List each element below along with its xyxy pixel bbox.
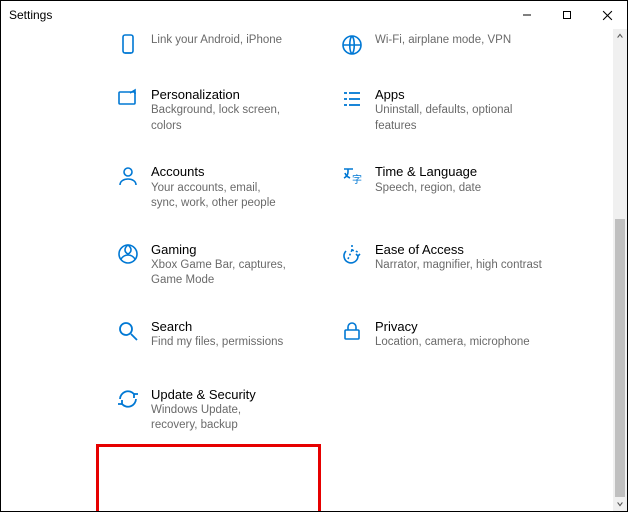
tile-accounts[interactable]: Accounts Your accounts, email, sync, wor…	[101, 160, 297, 215]
personalization-icon	[111, 87, 145, 111]
tile-network[interactable]: Wi-Fi, airplane mode, VPN	[325, 29, 583, 61]
scroll-down-arrow[interactable]	[613, 497, 627, 511]
tile-gaming[interactable]: Gaming Xbox Game Bar, captures, Game Mod…	[101, 238, 297, 293]
title-bar: Settings	[1, 1, 627, 29]
tile-sub: Windows Update, recovery, backup	[151, 403, 289, 434]
tile-title: Time & Language	[375, 164, 481, 180]
tile-sub: Your accounts, email, sync, work, other …	[151, 181, 289, 212]
tile-update-security[interactable]: Update & Security Windows Update, recove…	[101, 383, 297, 438]
accounts-icon	[111, 164, 145, 188]
tile-title: Privacy	[375, 319, 530, 335]
tile-title: Gaming	[151, 242, 289, 258]
tile-sub: Xbox Game Bar, captures, Game Mode	[151, 258, 289, 289]
ease-of-access-icon	[335, 242, 369, 266]
settings-grid: Link your Android, iPhone Wi-Fi, airplan…	[1, 29, 613, 438]
tile-title: Personalization	[151, 87, 289, 103]
tile-sub: Background, lock screen, colors	[151, 103, 289, 134]
svg-text:字: 字	[352, 173, 362, 186]
tile-apps[interactable]: Apps Uninstall, defaults, optional featu…	[325, 83, 583, 138]
globe-icon	[335, 33, 369, 57]
minimize-button[interactable]	[507, 1, 547, 29]
tile-privacy[interactable]: Privacy Location, camera, microphone	[325, 315, 583, 355]
window-controls	[507, 1, 627, 29]
annotation-highlight	[96, 444, 321, 511]
tile-title: Search	[151, 319, 283, 335]
phone-icon	[111, 33, 145, 57]
tile-sub: Narrator, magnifier, high contrast	[375, 258, 542, 274]
tile-search[interactable]: Search Find my files, permissions	[101, 315, 297, 355]
update-security-icon	[111, 387, 145, 411]
maximize-button[interactable]	[547, 1, 587, 29]
tile-title: Apps	[375, 87, 545, 103]
tile-sub: Location, camera, microphone	[375, 335, 530, 351]
tile-ease-of-access[interactable]: Ease of Access Narrator, magnifier, high…	[325, 238, 583, 293]
tile-personalization[interactable]: Personalization Background, lock screen,…	[101, 83, 297, 138]
tile-time-language[interactable]: 字 Time & Language Speech, region, date	[325, 160, 583, 215]
tile-sub: Uninstall, defaults, optional features	[375, 103, 545, 134]
close-button[interactable]	[587, 1, 627, 29]
tile-sub: Speech, region, date	[375, 181, 481, 197]
tile-sub: Link your Android, iPhone	[151, 33, 282, 49]
tile-sub: Wi-Fi, airplane mode, VPN	[375, 33, 511, 49]
tile-title: Update & Security	[151, 387, 289, 403]
vertical-scrollbar[interactable]	[613, 29, 627, 511]
scroll-thumb[interactable]	[615, 219, 625, 497]
settings-content: Link your Android, iPhone Wi-Fi, airplan…	[1, 29, 613, 511]
tile-sub: Find my files, permissions	[151, 335, 283, 351]
time-language-icon: 字	[335, 164, 369, 188]
privacy-icon	[335, 319, 369, 343]
tile-title: Ease of Access	[375, 242, 542, 258]
tile-title: Accounts	[151, 164, 289, 180]
search-icon	[111, 319, 145, 343]
scroll-up-arrow[interactable]	[613, 29, 627, 43]
window-title: Settings	[9, 8, 52, 22]
apps-icon	[335, 87, 369, 111]
gaming-icon	[111, 242, 145, 266]
tile-empty	[325, 377, 583, 438]
tile-phone[interactable]: Link your Android, iPhone	[101, 29, 297, 61]
